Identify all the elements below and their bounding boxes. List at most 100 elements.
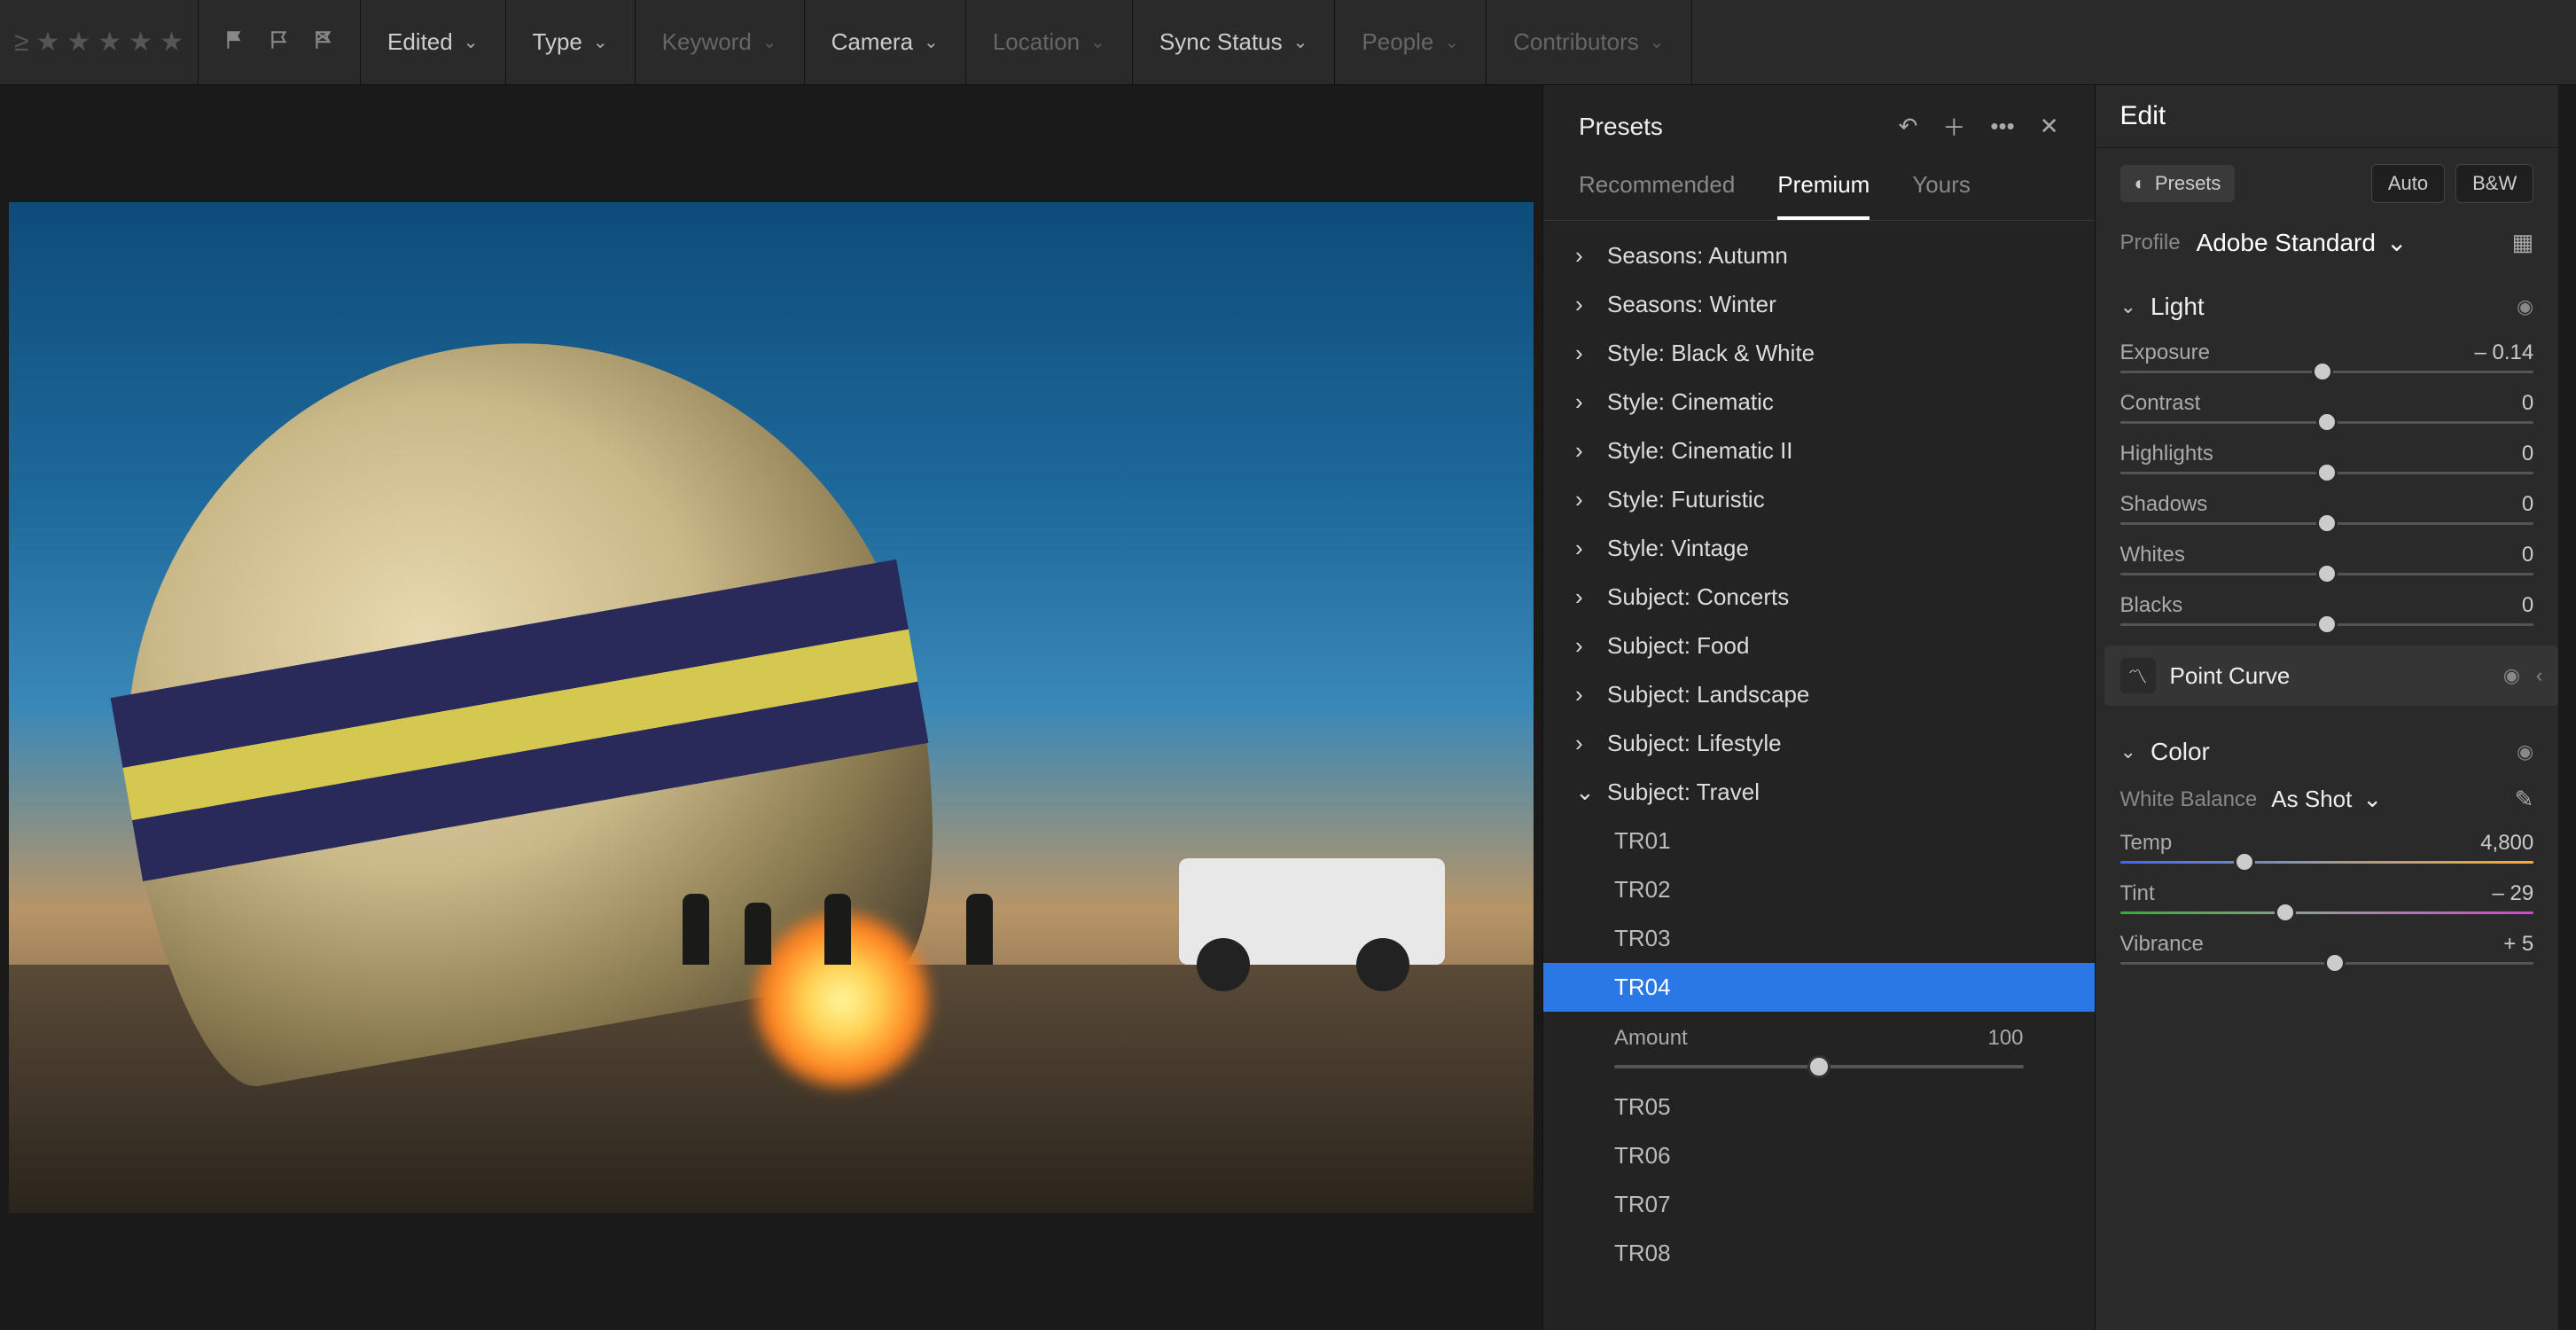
flag-unflag-icon[interactable] xyxy=(268,28,291,56)
chevron-down-icon: ⌄ xyxy=(762,31,777,53)
chevron-left-icon[interactable]: ‹ xyxy=(2536,664,2542,687)
light-slider-0-thumb[interactable] xyxy=(2312,361,2333,382)
light-slider-0-value: – 0.14 xyxy=(2475,340,2534,365)
star-5-icon[interactable]: ★ xyxy=(160,27,183,58)
image-canvas[interactable] xyxy=(0,85,1542,1330)
preset-item[interactable]: TR01 xyxy=(1614,817,2095,865)
filter-sync-status[interactable]: Sync Status⌄ xyxy=(1133,0,1336,84)
star-4-icon[interactable]: ★ xyxy=(129,27,152,58)
color-slider-2-value: + 5 xyxy=(2503,932,2533,957)
tab-premium[interactable]: Premium xyxy=(1777,171,1870,220)
auto-button[interactable]: Auto xyxy=(2371,164,2445,203)
light-slider-5-thumb[interactable] xyxy=(2316,614,2338,635)
star-1-icon[interactable]: ★ xyxy=(35,27,59,58)
star-2-icon[interactable]: ★ xyxy=(66,27,90,58)
presets-title: Presets xyxy=(1579,113,1663,141)
tab-yours[interactable]: Yours xyxy=(1912,171,1971,220)
light-slider-2-thumb[interactable] xyxy=(2316,462,2338,483)
filter-type[interactable]: Type⌄ xyxy=(506,0,636,84)
light-slider-3-thumb[interactable] xyxy=(2316,512,2338,534)
chevron-right-icon: › xyxy=(1575,291,1593,318)
color-slider-0-thumb[interactable] xyxy=(2234,851,2255,872)
color-slider-0-slider[interactable] xyxy=(2120,861,2534,864)
profile-browser-icon[interactable]: ▦ xyxy=(2512,229,2534,256)
preset-group[interactable]: ›Subject: Food xyxy=(1543,622,2095,670)
filter-camera[interactable]: Camera⌄ xyxy=(805,0,966,84)
preset-group[interactable]: ›Seasons: Winter xyxy=(1543,280,2095,329)
section-color-header[interactable]: ⌄ Color ◉ xyxy=(2120,727,2534,777)
light-slider-4-thumb[interactable] xyxy=(2316,563,2338,584)
color-slider-1-slider[interactable] xyxy=(2120,911,2534,914)
point-curve-button[interactable]: 〽 Point Curve ◉ ‹ xyxy=(2104,645,2559,706)
light-slider-4-label: Whites xyxy=(2120,543,2185,567)
filter-edited[interactable]: Edited⌄ xyxy=(361,0,506,84)
visibility-toggle-icon[interactable]: ◉ xyxy=(2517,740,2533,763)
light-slider-5-slider[interactable] xyxy=(2120,623,2534,626)
preset-group[interactable]: ›Seasons: Autumn xyxy=(1543,231,2095,280)
chevron-down-icon: ⌄ xyxy=(2120,740,2136,763)
rating-filter-icon-group: ≥ ★ ★ ★ ★ ★ xyxy=(0,0,199,84)
eyedropper-icon[interactable]: ✎ xyxy=(2514,786,2533,813)
filter-keyword[interactable]: Keyword⌄ xyxy=(636,0,805,84)
preset-list[interactable]: ›Seasons: Autumn ›Seasons: Winter ›Style… xyxy=(1543,221,2095,1330)
light-slider-3-value: 0 xyxy=(2522,492,2533,517)
light-slider-3-slider[interactable] xyxy=(2120,522,2534,525)
visibility-toggle-icon[interactable]: ◉ xyxy=(2503,664,2520,687)
undo-icon[interactable]: ↶ xyxy=(1899,113,1918,140)
preset-item[interactable]: TR07 xyxy=(1614,1180,2095,1229)
preset-group[interactable]: ›Style: Futuristic xyxy=(1543,475,2095,524)
amount-slider-thumb[interactable] xyxy=(1807,1055,1831,1078)
light-slider-4-slider[interactable] xyxy=(2120,573,2534,575)
add-preset-icon[interactable]: ＋ xyxy=(1942,110,1965,143)
preset-group-open[interactable]: ⌄Subject: Travel xyxy=(1543,768,2095,817)
preset-group[interactable]: ›Subject: Lifestyle xyxy=(1543,719,2095,768)
presets-button[interactable]: ◐ Presets xyxy=(2120,165,2236,202)
star-3-icon[interactable]: ★ xyxy=(98,27,121,58)
flag-reject-icon[interactable] xyxy=(312,28,335,56)
preset-item[interactable]: TR05 xyxy=(1614,1083,2095,1131)
section-light-header[interactable]: ⌄ Light ◉ xyxy=(2120,282,2534,332)
chevron-right-icon: › xyxy=(1575,632,1593,660)
preset-group[interactable]: ›Subject: Concerts xyxy=(1543,573,2095,622)
profile-dropdown[interactable]: Adobe Standard ⌄ xyxy=(2197,228,2408,257)
flag-pick-icon[interactable] xyxy=(223,28,246,56)
color-slider-1-label: Tint xyxy=(2120,881,2155,906)
preset-group[interactable]: ›Style: Cinematic II xyxy=(1543,426,2095,475)
preset-item[interactable]: TR03 xyxy=(1614,914,2095,963)
edit-panel: Edit ◐ Presets Auto B&W Profile Adobe St… xyxy=(2095,85,2559,1330)
preset-group[interactable]: ›Style: Cinematic xyxy=(1543,378,2095,426)
light-slider-0-slider[interactable] xyxy=(2120,371,2534,373)
light-slider-1-thumb[interactable] xyxy=(2316,411,2338,433)
preset-item-selected[interactable]: TR04 xyxy=(1543,963,2095,1012)
compare-gte-icon[interactable]: ≥ xyxy=(14,27,28,58)
profile-label: Profile xyxy=(2120,231,2181,255)
color-slider-2-label: Vibrance xyxy=(2120,932,2204,957)
chevron-right-icon: › xyxy=(1575,730,1593,757)
color-slider-2-slider[interactable] xyxy=(2120,962,2534,965)
preset-group[interactable]: ›Style: Vintage xyxy=(1543,524,2095,573)
amount-value: 100 xyxy=(1987,1026,2023,1051)
preset-item[interactable]: TR06 xyxy=(1614,1131,2095,1180)
wb-dropdown[interactable]: As Shot ⌄ xyxy=(2271,786,2500,813)
chevron-right-icon: › xyxy=(1575,340,1593,367)
tab-recommended[interactable]: Recommended xyxy=(1579,171,1735,220)
color-slider-1-thumb[interactable] xyxy=(2275,902,2296,923)
preset-item[interactable]: TR02 xyxy=(1614,865,2095,914)
bw-button[interactable]: B&W xyxy=(2455,164,2533,203)
filter-people[interactable]: People⌄ xyxy=(1335,0,1487,84)
more-icon[interactable]: ••• xyxy=(1990,113,2014,140)
scrollbar[interactable] xyxy=(2558,85,2576,1330)
visibility-toggle-icon[interactable]: ◉ xyxy=(2517,295,2533,318)
amount-slider[interactable] xyxy=(1614,1065,2024,1068)
color-slider-2-thumb[interactable] xyxy=(2324,952,2346,974)
chevron-down-icon: ⌄ xyxy=(1575,778,1593,806)
filter-location[interactable]: Location⌄ xyxy=(966,0,1133,84)
preset-group[interactable]: ›Style: Black & White xyxy=(1543,329,2095,378)
light-slider-2-slider[interactable] xyxy=(2120,472,2534,474)
preset-group[interactable]: ›Subject: Landscape xyxy=(1543,670,2095,719)
chevron-down-icon: ⌄ xyxy=(1650,31,1665,53)
light-slider-1-slider[interactable] xyxy=(2120,421,2534,424)
close-icon[interactable]: ✕ xyxy=(2040,113,2059,140)
preset-item[interactable]: TR08 xyxy=(1614,1229,2095,1278)
filter-contributors[interactable]: Contributors⌄ xyxy=(1487,0,1691,84)
